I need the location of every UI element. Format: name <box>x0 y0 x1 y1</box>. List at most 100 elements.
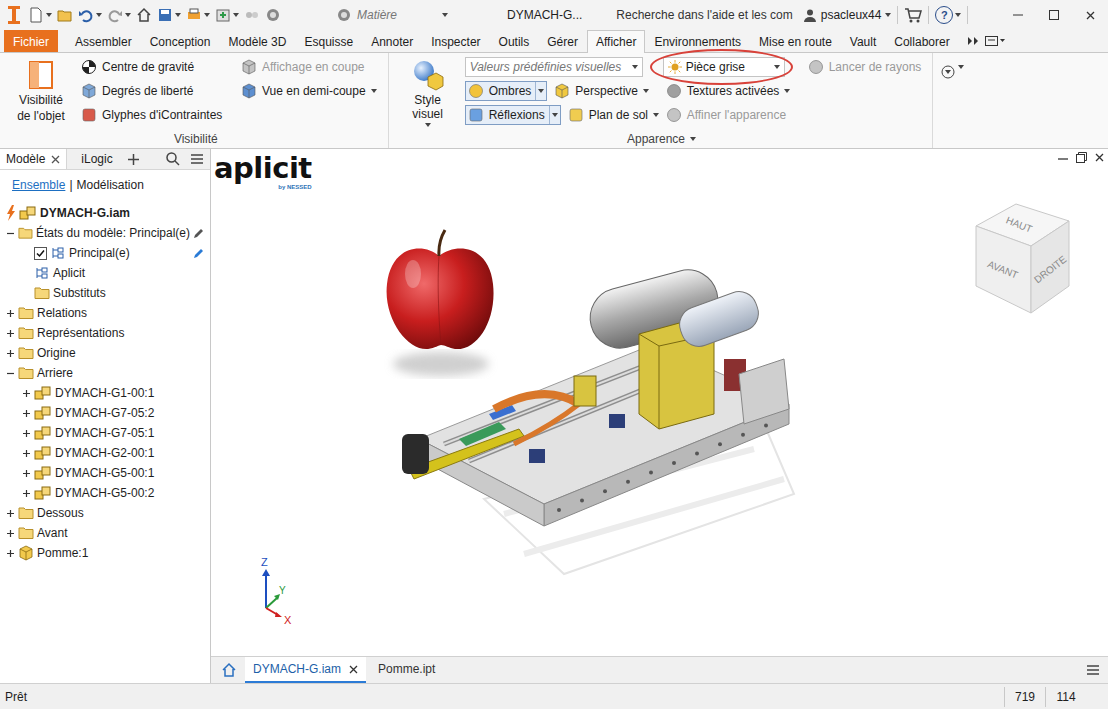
restore-view-icon[interactable] <box>1076 152 1087 163</box>
expander-icon[interactable] <box>6 529 15 538</box>
home-tab[interactable] <box>221 657 241 683</box>
expander-icon[interactable] <box>6 329 15 338</box>
quick-access-button[interactable] <box>186 7 210 23</box>
expander-icon[interactable] <box>6 509 15 518</box>
ribbon-button[interactable]: Vue en demi-coupe <box>238 83 380 99</box>
minimize-button[interactable] <box>1000 0 1036 30</box>
quick-access-button[interactable] <box>265 7 281 23</box>
large-ribbon-button[interactable]: Visibilitéde l'objet <box>12 55 70 130</box>
add-tab-icon[interactable] <box>128 154 139 165</box>
help-button[interactable]: ? <box>935 6 961 24</box>
documents-menu-icon[interactable] <box>1086 664 1100 676</box>
toggle-split-button[interactable]: Ombres <box>465 81 548 101</box>
browser-tab[interactable]: Modèle <box>0 149 67 169</box>
expander-icon[interactable] <box>22 469 31 478</box>
tree-row[interactable]: DYMACH-G.iam <box>0 203 210 223</box>
group-label[interactable]: Apparence <box>399 130 925 148</box>
ribbon-tab[interactable]: Collaborer <box>885 30 958 52</box>
ribbon-button[interactable]: Perspective <box>551 83 652 99</box>
close-button[interactable] <box>1072 0 1108 30</box>
ribbon-tab[interactable]: Assembler <box>66 30 141 52</box>
quick-access-button[interactable] <box>215 7 239 23</box>
tree-row[interactable]: Avant <box>0 523 210 543</box>
tree-row[interactable]: Relations <box>0 303 210 323</box>
cart-icon[interactable] <box>904 7 922 23</box>
tree-checkbox[interactable] <box>34 247 47 260</box>
maximize-button[interactable] <box>1036 0 1072 30</box>
expander-icon[interactable] <box>22 389 31 398</box>
quick-access-button[interactable] <box>78 7 102 23</box>
user-menu[interactable]: psacleux44 <box>803 8 892 22</box>
expander-icon[interactable] <box>22 429 31 438</box>
ribbon-select[interactable]: Pièce grise <box>663 57 785 77</box>
subtab[interactable]: Ensemble <box>12 178 65 192</box>
ribbon-extra-button[interactable] <box>933 53 972 148</box>
ribbon-tab[interactable]: Mise en route <box>750 30 841 52</box>
ribbon-tab[interactable]: Afficher <box>587 30 645 53</box>
more-tabs-icon[interactable] <box>967 36 979 46</box>
ribbon-tab[interactable]: Outils <box>490 30 539 52</box>
quick-access-button[interactable] <box>157 7 181 23</box>
tree-row[interactable]: Origine <box>0 343 210 363</box>
ribbon-tab[interactable]: Vault <box>841 30 885 52</box>
3d-canvas[interactable]: aplicitby NESSEDHAUTAVANTDROITEZYX <box>211 149 1108 656</box>
quick-access-button[interactable] <box>107 7 131 23</box>
document-tab[interactable]: Pomme.ipt <box>370 657 443 683</box>
ribbon-button[interactable]: Centre de gravité <box>78 59 197 75</box>
expander-icon[interactable] <box>6 349 15 358</box>
tree-row[interactable]: DYMACH-G2-00:1 <box>0 443 210 463</box>
ribbon-tab[interactable]: Gérer <box>538 30 587 52</box>
ribbon-button[interactable]: Degrés de liberté <box>78 83 196 99</box>
ribbon-button[interactable]: Lancer de rayons <box>805 59 925 75</box>
ribbon-tab[interactable]: Modèle 3D <box>219 30 295 52</box>
subtab[interactable]: Modélisation <box>77 178 144 192</box>
ribbon-tab[interactable]: Annoter <box>362 30 422 52</box>
tree-row[interactable]: Principal(e) <box>0 243 210 263</box>
tree-row[interactable]: Pomme:1 <box>0 543 210 563</box>
tree-row[interactable]: Aplicit <box>0 263 210 283</box>
ribbon-button[interactable]: Glyphes d'iContraintes <box>78 107 225 123</box>
browser-menu-icon[interactable] <box>190 153 204 165</box>
ribbon-tab[interactable]: Esquisse <box>295 30 362 52</box>
ribbon-tab[interactable]: Conception <box>141 30 220 52</box>
tree-row[interactable]: DYMACH-G5-00:1 <box>0 463 210 483</box>
tree-row[interactable]: DYMACH-G7-05:2 <box>0 403 210 423</box>
expander-icon[interactable] <box>22 409 31 418</box>
expander-icon[interactable] <box>22 489 31 498</box>
expander-icon[interactable] <box>6 549 15 558</box>
search-icon[interactable] <box>166 152 180 166</box>
expander-icon[interactable] <box>22 449 31 458</box>
ribbon-tab[interactable]: Inspecter <box>422 30 489 52</box>
expander-icon[interactable] <box>6 229 15 238</box>
ribbon-options-icon[interactable] <box>985 36 1005 46</box>
minimize-view-icon[interactable] <box>1058 153 1068 163</box>
tree-row[interactable]: Arriere <box>0 363 210 383</box>
ribbon-button[interactable]: Affiner l'apparence <box>663 107 789 123</box>
tree-row[interactable]: États du modèle: Principal(e) <box>0 223 210 243</box>
ribbon-button[interactable]: Textures activées <box>663 83 794 99</box>
tree-row[interactable]: DYMACH-G7-05:1 <box>0 423 210 443</box>
browser-tab[interactable]: iLogic <box>75 149 119 169</box>
expander-icon[interactable] <box>6 369 15 378</box>
quick-access-button[interactable] <box>244 7 260 23</box>
ribbon-button[interactable]: Plan de sol <box>565 107 662 123</box>
tree-row[interactable]: Représentations <box>0 323 210 343</box>
large-ribbon-button[interactable]: Style visuel <box>399 55 457 130</box>
quick-access-button[interactable] <box>57 7 73 23</box>
document-tab[interactable]: DYMACH-G.iam <box>245 657 366 683</box>
help-search-field[interactable]: Recherche dans l'aide et les com <box>612 5 796 25</box>
pencil-icon[interactable] <box>193 248 204 259</box>
tree-row[interactable]: Dessous <box>0 503 210 523</box>
tree-row[interactable]: DYMACH-G1-00:1 <box>0 383 210 403</box>
material-select[interactable]: Matière <box>332 5 452 25</box>
split-arrow[interactable] <box>549 106 560 124</box>
ribbon-tab[interactable]: Fichier <box>4 30 58 52</box>
ribbon-button[interactable]: Affichage en coupe <box>238 59 368 75</box>
ribbon-select[interactable]: Valeurs prédéfinies visuelles <box>465 57 643 77</box>
pencil-icon[interactable] <box>193 228 204 239</box>
view-cube[interactable]: HAUTAVANTDROITE <box>961 201 1073 319</box>
ribbon-tab[interactable]: Environnements <box>645 30 750 52</box>
quick-access-button[interactable] <box>136 7 152 23</box>
tree-row[interactable]: Substituts <box>0 283 210 303</box>
tree-row[interactable]: DYMACH-G5-00:2 <box>0 483 210 503</box>
